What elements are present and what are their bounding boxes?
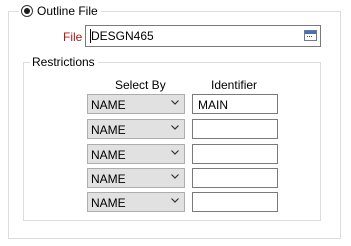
select-by-dropdown[interactable]: NAME xyxy=(87,144,185,164)
file-input[interactable]: DESGN465 xyxy=(85,25,321,47)
chevron-down-icon xyxy=(171,198,179,203)
restrictions-label: Restrictions xyxy=(30,55,98,69)
select-by-value: NAME xyxy=(91,172,126,186)
identifier-input[interactable] xyxy=(192,119,278,139)
select-by-header: Select By xyxy=(115,78,166,92)
file-input-value: DESGN465 xyxy=(91,29,154,43)
identifier-input[interactable] xyxy=(192,192,278,212)
chevron-down-icon xyxy=(171,100,179,105)
chevron-down-icon xyxy=(171,125,179,130)
select-by-dropdown[interactable]: NAME xyxy=(87,119,185,139)
select-by-value: NAME xyxy=(91,98,126,112)
identifier-input[interactable] xyxy=(192,144,278,164)
identifier-value: MAIN xyxy=(198,98,228,112)
identifier-header: Identifier xyxy=(211,78,258,92)
select-by-dropdown[interactable]: NAME xyxy=(87,192,185,212)
file-label: File xyxy=(63,30,83,44)
select-by-value: NAME xyxy=(91,148,126,162)
select-by-value: NAME xyxy=(91,196,126,210)
chevron-down-icon xyxy=(171,150,179,155)
radio-selected-icon[interactable] xyxy=(21,5,33,17)
identifier-input[interactable]: MAIN xyxy=(192,94,278,114)
chevron-down-icon xyxy=(171,174,179,179)
select-by-value: NAME xyxy=(91,123,126,137)
outline-file-label: Outline File xyxy=(37,4,98,18)
select-by-dropdown[interactable]: NAME xyxy=(87,94,185,114)
browse-folder-icon[interactable] xyxy=(304,30,317,41)
outline-file-option[interactable]: Outline File xyxy=(19,3,101,19)
select-by-dropdown[interactable]: NAME xyxy=(87,168,185,188)
identifier-input[interactable] xyxy=(192,168,278,188)
